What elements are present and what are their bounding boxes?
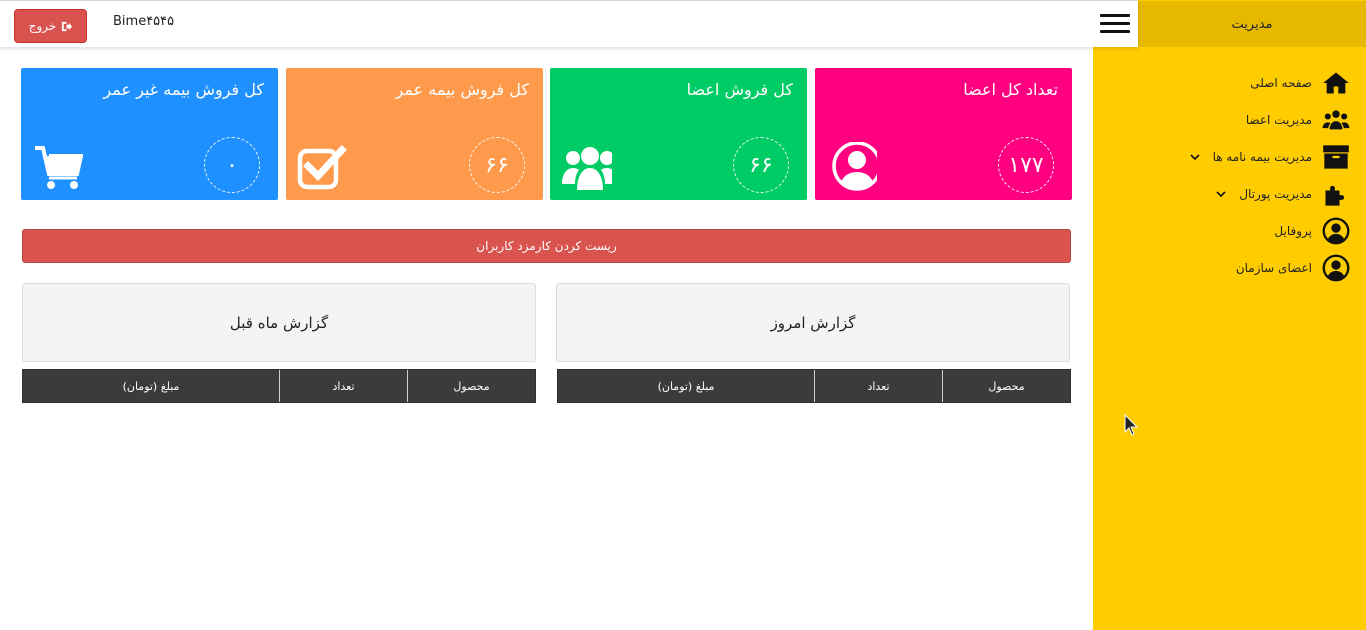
card-title: کل فروش بیمه غیر عمر bbox=[103, 80, 264, 99]
archive-icon bbox=[1323, 144, 1349, 169]
column-header-product[interactable]: محصول bbox=[407, 370, 535, 402]
card-member-sales: کل فروش اعضا ۶۶ bbox=[550, 68, 807, 200]
top-bar: خروج Bime۴۵۴۵ bbox=[0, 0, 1138, 47]
card-title: تعداد کل اعضا bbox=[963, 80, 1058, 99]
card-value: ۶۶ bbox=[469, 137, 525, 193]
brand-name: Bime۴۵۴۵ bbox=[113, 14, 175, 29]
card-life-insurance-sales: کل فروش بیمه عمر ۶۶ bbox=[286, 68, 543, 200]
sidebar-item-label: مدیریت پورتال bbox=[1239, 186, 1312, 201]
logout-button[interactable]: خروج bbox=[14, 9, 87, 43]
card-title: کل فروش اعضا bbox=[686, 80, 793, 99]
chevron-down-icon bbox=[1189, 153, 1200, 160]
users-icon bbox=[562, 147, 612, 190]
card-non-life-insurance-sales: کل فروش بیمه غیر عمر ۰ bbox=[21, 68, 278, 200]
column-header-product[interactable]: محصول bbox=[942, 370, 1070, 402]
report-last-month-title: گزارش ماه قبل bbox=[229, 313, 329, 332]
check-square-icon bbox=[297, 145, 347, 190]
sidebar-item-label: مدیریت اعضا bbox=[1245, 112, 1312, 127]
report-today-table-header: محصول تعداد مبلغ (تومان) bbox=[557, 369, 1071, 403]
column-header-amount[interactable]: مبلغ (تومان) bbox=[23, 370, 279, 402]
logout-label: خروج bbox=[28, 19, 57, 33]
sidebar-item-label: مدیریت بیمه نامه ها bbox=[1212, 149, 1312, 164]
card-title: کل فروش بیمه عمر bbox=[395, 80, 529, 99]
report-last-month-panel: گزارش ماه قبل bbox=[22, 283, 536, 362]
sidebar-item-label: اعضای سازمان bbox=[1235, 260, 1312, 275]
sidebar-item-members[interactable]: مدیریت اعضا bbox=[1189, 101, 1350, 138]
sidebar-item-label: پروفایل bbox=[1274, 223, 1312, 238]
sign-out-icon bbox=[62, 21, 73, 31]
card-value: ۱۷۷ bbox=[998, 137, 1054, 193]
report-today-title: گزارش امروز bbox=[770, 313, 856, 332]
sidebar: مدیریت صفحه اصلی مدیریت اعضا مدیریت بیمه… bbox=[1093, 0, 1366, 630]
column-header-count[interactable]: تعداد bbox=[814, 370, 942, 402]
user-circle-icon bbox=[832, 142, 877, 191]
cart-icon bbox=[35, 146, 83, 189]
sidebar-item-home[interactable]: صفحه اصلی bbox=[1189, 64, 1350, 101]
home-icon bbox=[1323, 72, 1349, 93]
sidebar-header: مدیریت bbox=[1138, 1, 1366, 47]
users-icon bbox=[1322, 109, 1350, 129]
user-circle-icon bbox=[1322, 254, 1350, 281]
column-header-count[interactable]: تعداد bbox=[279, 370, 407, 402]
chevron-down-icon bbox=[1216, 190, 1226, 197]
sidebar-item-profile[interactable]: پروفایل bbox=[1189, 212, 1350, 249]
sidebar-item-portal[interactable]: مدیریت پورتال bbox=[1189, 175, 1350, 212]
sidebar-item-label: صفحه اصلی bbox=[1250, 75, 1312, 90]
report-last-month-table-header: محصول تعداد مبلغ (تومان) bbox=[22, 369, 536, 403]
sidebar-nav: صفحه اصلی مدیریت اعضا مدیریت بیمه نامه ه… bbox=[1189, 64, 1350, 286]
menu-toggle-icon[interactable] bbox=[1100, 14, 1130, 36]
mouse-cursor-icon bbox=[1124, 414, 1138, 436]
puzzle-icon bbox=[1325, 185, 1345, 206]
sidebar-header-label: مدیریت bbox=[1231, 16, 1273, 32]
sidebar-item-org-members[interactable]: اعضای سازمان bbox=[1189, 249, 1350, 286]
user-circle-icon bbox=[1322, 217, 1350, 244]
report-today-panel: گزارش امروز bbox=[556, 283, 1070, 362]
sidebar-item-policies[interactable]: مدیریت بیمه نامه ها bbox=[1189, 138, 1350, 175]
reset-commission-button[interactable]: ریست کردن کارمزد کاربران bbox=[22, 229, 1071, 263]
column-header-amount[interactable]: مبلغ (تومان) bbox=[558, 370, 814, 402]
card-value: ۶۶ bbox=[733, 137, 789, 193]
card-value: ۰ bbox=[204, 137, 260, 193]
card-total-members: تعداد کل اعضا ۱۷۷ bbox=[815, 68, 1072, 200]
reset-commission-label: ریست کردن کارمزد کاربران bbox=[476, 239, 617, 253]
app-root: مدیریت صفحه اصلی مدیریت اعضا مدیریت بیمه… bbox=[0, 0, 1366, 630]
